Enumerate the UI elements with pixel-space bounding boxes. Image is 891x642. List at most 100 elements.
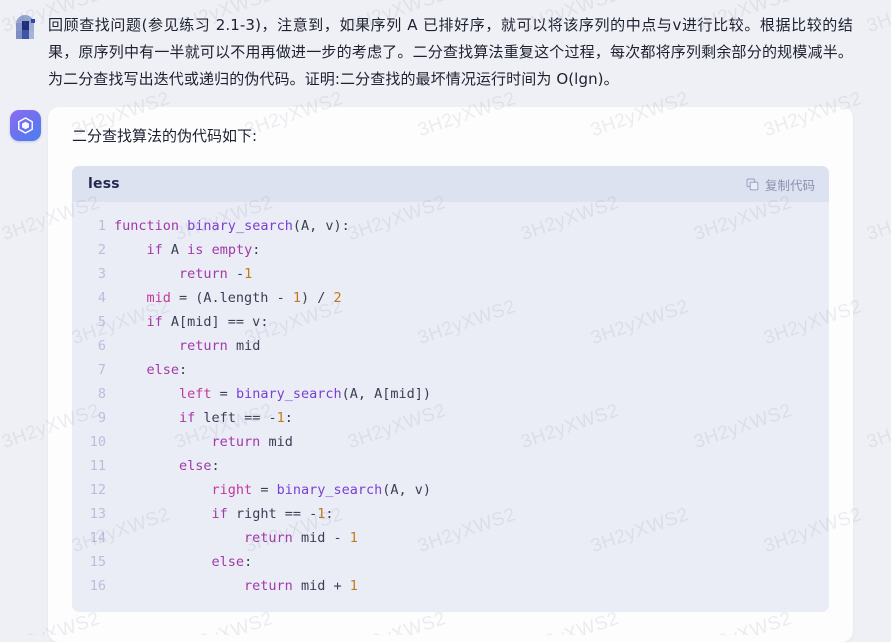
code-token: - (228, 266, 244, 282)
code-token: = (212, 386, 236, 402)
code-token: ) / (301, 290, 334, 306)
code-token: A (163, 242, 187, 258)
code-token: : (285, 410, 293, 426)
code-token: mid + (293, 578, 350, 594)
assistant-avatar-column (10, 107, 48, 141)
code-line-number: 15 (72, 550, 106, 574)
code-line-number: 6 (72, 334, 106, 358)
code-line-number: 12 (72, 478, 106, 502)
user-message-text: 回顾查找问题(参见练习 2.1-3)，注意到，如果序列 A 已排好序，就可以将该… (48, 11, 853, 93)
code-token: 1 (277, 410, 285, 426)
code-block: less 复制代码 12345678910111213141516 functi… (72, 166, 829, 612)
code-token: (A, v) (382, 482, 431, 498)
assistant-message-turn: 二分查找算法的伪代码如下: less 复制代码 1234567891011121… (0, 101, 891, 642)
code-line: if left == -1: (114, 406, 829, 430)
code-token: return (244, 530, 293, 546)
code-line-numbers: 12345678910111213141516 (72, 214, 114, 598)
code-token (114, 578, 244, 594)
code-token (114, 290, 147, 306)
user-message-turn: 回顾查找问题(参见练习 2.1-3)，注意到，如果序列 A 已排好序，就可以将该… (0, 0, 891, 101)
code-token: empty (212, 242, 253, 258)
code-token: return (179, 338, 228, 354)
code-token: binary_search (277, 482, 383, 498)
code-line: left = binary_search(A, A[mid]) (114, 382, 829, 406)
code-token: if (179, 410, 195, 426)
code-token: : (179, 362, 187, 378)
code-line: return mid + 1 (114, 574, 829, 598)
user-avatar-column (10, 11, 48, 45)
code-token (114, 386, 179, 402)
code-line: if A is empty: (114, 238, 829, 262)
code-token (114, 362, 147, 378)
user-avatar[interactable] (10, 14, 41, 45)
user-avatar-icon (10, 14, 41, 45)
code-token: is (187, 242, 203, 258)
cube-logo-icon (16, 116, 35, 135)
code-token (179, 218, 187, 234)
code-line-number: 3 (72, 262, 106, 286)
assistant-message-bubble: 二分查找算法的伪代码如下: less 复制代码 1234567891011121… (48, 107, 853, 642)
code-line: else: (114, 550, 829, 574)
code-token: return (244, 578, 293, 594)
code-line: if A[mid] == v: (114, 310, 829, 334)
code-token: else (147, 362, 180, 378)
code-token: left (179, 386, 212, 402)
code-token: if (147, 314, 163, 330)
code-token (114, 314, 147, 330)
code-line-number: 11 (72, 454, 106, 478)
code-line-number: 16 (72, 574, 106, 598)
code-line-number: 1 (72, 214, 106, 238)
code-token: else (179, 458, 212, 474)
code-token (114, 242, 147, 258)
code-token: 1 (350, 530, 358, 546)
code-token: : (212, 458, 220, 474)
code-token: mid (228, 338, 261, 354)
code-token (203, 242, 211, 258)
code-token: 1 (244, 266, 252, 282)
conversation: 回顾查找问题(参见练习 2.1-3)，注意到，如果序列 A 已排好序，就可以将该… (0, 0, 891, 642)
code-token (114, 506, 212, 522)
code-line-number: 9 (72, 406, 106, 430)
code-line: if right == -1: (114, 502, 829, 526)
code-token: if (147, 242, 163, 258)
code-line: return -1 (114, 262, 829, 286)
code-token: = (252, 482, 276, 498)
code-token: else (212, 554, 245, 570)
code-line: mid = (A.length - 1) / 2 (114, 286, 829, 310)
code-token: mid - (293, 530, 350, 546)
code-token: : (325, 506, 333, 522)
code-line-number: 4 (72, 286, 106, 310)
code-block-body: 12345678910111213141516 function binary_… (72, 202, 829, 612)
code-line: return mid (114, 430, 829, 454)
code-token (114, 434, 212, 450)
assistant-avatar[interactable] (10, 110, 41, 141)
code-token: A[mid] == v: (163, 314, 269, 330)
code-lines[interactable]: function binary_search(A, v): if A is em… (114, 214, 829, 598)
code-line: else: (114, 358, 829, 382)
code-line-number: 7 (72, 358, 106, 382)
code-token: : (244, 554, 252, 570)
code-token: : (252, 242, 260, 258)
code-line-number: 5 (72, 310, 106, 334)
code-token: mid (147, 290, 171, 306)
code-block-header: less 复制代码 (72, 166, 829, 202)
code-token: 1 (350, 578, 358, 594)
code-token: function (114, 218, 179, 234)
copy-code-button[interactable]: 复制代码 (746, 175, 815, 194)
code-token (114, 410, 179, 426)
code-line: function binary_search(A, v): (114, 214, 829, 238)
code-token: binary_search (187, 218, 293, 234)
code-line: right = binary_search(A, v) (114, 478, 829, 502)
assistant-intro-text: 二分查找算法的伪代码如下: (72, 123, 829, 149)
code-token (114, 530, 244, 546)
code-line: else: (114, 454, 829, 478)
code-token (114, 482, 212, 498)
code-token: 1 (293, 290, 301, 306)
code-language-label: less (88, 176, 120, 192)
code-token: right (212, 482, 253, 498)
code-line-number: 2 (72, 238, 106, 262)
code-token: (A, v): (293, 218, 350, 234)
code-token: left == - (195, 410, 276, 426)
code-token: if (212, 506, 228, 522)
code-token: = (A.length - (171, 290, 293, 306)
